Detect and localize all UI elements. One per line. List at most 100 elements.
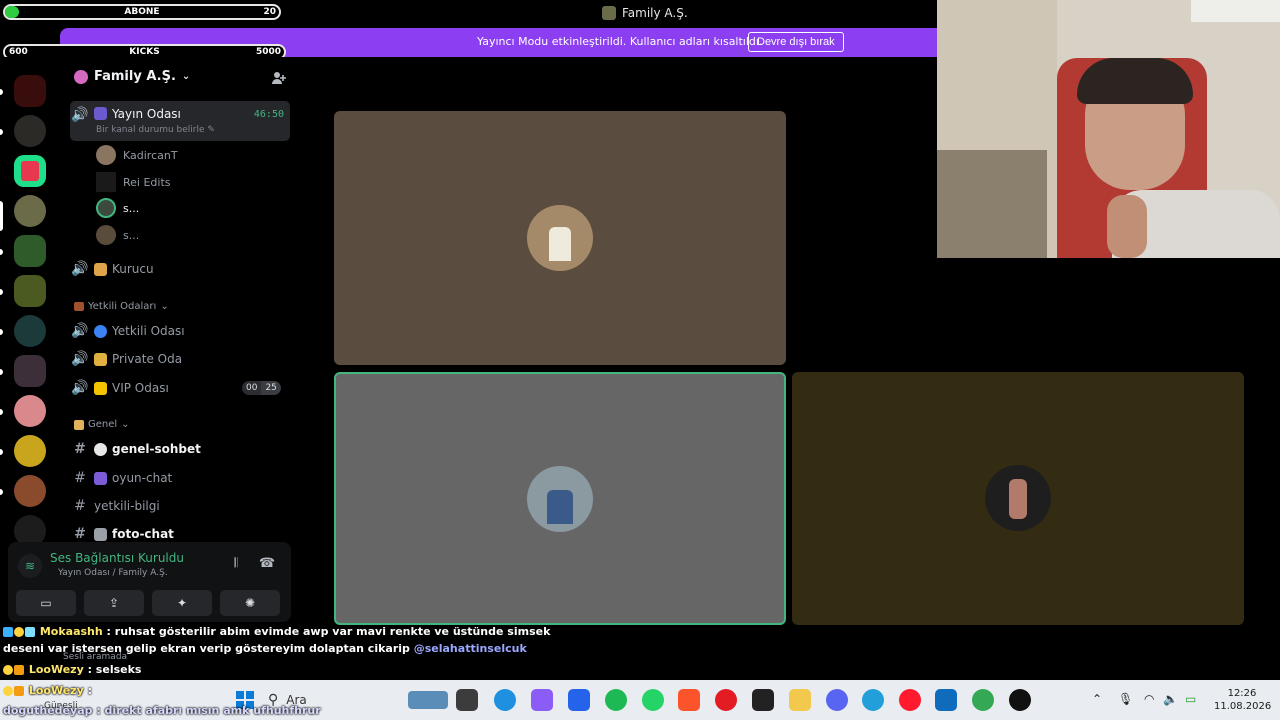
discord-icon[interactable] bbox=[826, 689, 848, 711]
whatsapp-icon[interactable] bbox=[642, 689, 664, 711]
voice-status-title: Ses Bağlantısı Kuruldu bbox=[50, 551, 184, 565]
screen-share-button[interactable]: ⇪ bbox=[84, 590, 144, 616]
channel-private-oda[interactable]: 🔊 Private Oda bbox=[70, 346, 290, 372]
edge-icon[interactable] bbox=[494, 689, 516, 711]
server-icon-family[interactable] bbox=[14, 195, 46, 227]
unread-indicator bbox=[0, 489, 3, 495]
speaker-icon: 🔊 bbox=[71, 261, 89, 277]
app-icon[interactable] bbox=[568, 689, 590, 711]
camera-off-button[interactable]: ▭ bbox=[16, 590, 76, 616]
activities-icon: ✦ bbox=[176, 596, 188, 610]
channel-yetkili-odasi[interactable]: 🔊 Yetkili Odası bbox=[70, 318, 290, 344]
air-conditioner bbox=[1191, 0, 1280, 22]
server-icon bbox=[602, 6, 616, 20]
disconnect-icon[interactable]: ☎ bbox=[257, 556, 277, 576]
channel-genel-sohbet[interactable]: # genel-sohbet bbox=[70, 436, 290, 462]
badge-icon bbox=[14, 686, 24, 696]
channel-kurucu[interactable]: 🔊 Kurucu bbox=[70, 256, 290, 282]
channel-yetkili-bilgi[interactable]: # yetkili-bilgi bbox=[70, 493, 290, 519]
noise-suppression-icon[interactable]: 𝄃 bbox=[226, 556, 246, 576]
taskbar-clock[interactable]: 12:26 11.08.2026 bbox=[1214, 687, 1271, 713]
voice-user[interactable]: Rei Edits bbox=[96, 171, 171, 193]
avatar-figure bbox=[547, 490, 573, 524]
video-tile[interactable] bbox=[792, 372, 1244, 625]
speaker-icon: 🔊 bbox=[71, 351, 89, 367]
server-rail bbox=[0, 57, 60, 547]
unread-indicator bbox=[0, 129, 3, 135]
speaker-icon: 🔊 bbox=[71, 107, 89, 123]
unread-indicator bbox=[0, 369, 3, 375]
battery-icon[interactable]: ▭ bbox=[1185, 692, 1196, 706]
subscriber-goal-target: 20 bbox=[263, 7, 276, 17]
server-icon-5[interactable] bbox=[14, 235, 46, 267]
category-yetkili-odalari[interactable]: Yetkili Odaları ⌄ bbox=[74, 301, 169, 312]
invite-people-icon[interactable] bbox=[271, 70, 287, 86]
opera-gx-icon[interactable] bbox=[899, 689, 921, 711]
channel-status-hint[interactable]: Bir kanal durumu belirle ✎ bbox=[96, 125, 215, 135]
participant-avatar bbox=[527, 205, 593, 271]
globe-icon bbox=[94, 324, 107, 338]
server-icon-8[interactable] bbox=[14, 355, 46, 387]
server-icon-6[interactable] bbox=[14, 275, 46, 307]
chat-message: LooWezy : selseks bbox=[3, 663, 141, 676]
outlook-icon[interactable] bbox=[935, 689, 957, 711]
game-icon[interactable] bbox=[752, 689, 774, 711]
video-tile-speaking[interactable] bbox=[334, 372, 786, 625]
signal-icon[interactable]: ≋ bbox=[18, 554, 42, 578]
voice-status-channel[interactable]: Yayın Odası / Family A.Ş. bbox=[58, 568, 168, 578]
avatar-figure bbox=[549, 227, 571, 261]
brave-icon[interactable] bbox=[678, 689, 700, 711]
avatar bbox=[96, 172, 116, 192]
channel-yayin-odasi[interactable]: 🔊 Yayın Odası 46:50 Bir kanal durumu bel… bbox=[70, 101, 290, 141]
wifi-icon[interactable]: ◠ bbox=[1144, 692, 1154, 706]
file-explorer-icon[interactable] bbox=[789, 689, 811, 711]
user-limit-badge: 00 25 bbox=[242, 381, 281, 395]
telegram-icon[interactable] bbox=[862, 689, 884, 711]
soundboard-icon: ✺ bbox=[244, 596, 256, 610]
channel-oyun-chat[interactable]: # oyun-chat bbox=[70, 465, 290, 491]
chevron-down-icon: ⌄ bbox=[121, 419, 130, 430]
selected-server-indicator bbox=[0, 201, 3, 231]
task-view-icon[interactable] bbox=[456, 689, 478, 711]
server-icon-9[interactable] bbox=[14, 395, 46, 427]
volume-icon[interactable]: 🔈 bbox=[1163, 692, 1178, 706]
spotify-icon[interactable] bbox=[605, 689, 627, 711]
copilot-icon[interactable] bbox=[531, 689, 553, 711]
voice-user[interactable]: s... bbox=[96, 197, 139, 219]
server-logo bbox=[21, 161, 39, 181]
chevron-up-icon[interactable]: ⌃ bbox=[1092, 692, 1102, 706]
badge-icon bbox=[3, 627, 13, 637]
channel-emoji-icon bbox=[94, 107, 107, 120]
server-icon-7[interactable] bbox=[14, 315, 46, 347]
voice-user[interactable]: s... bbox=[96, 224, 139, 246]
opera-icon[interactable] bbox=[715, 689, 737, 711]
server-icon-11[interactable] bbox=[14, 475, 46, 507]
participant-avatar bbox=[985, 465, 1051, 531]
pencil-icon: ✎ bbox=[207, 125, 215, 135]
chat-message: doguthedeyap : direkt afabrı mısın amk u… bbox=[3, 704, 321, 717]
call-timer: 46:50 bbox=[253, 109, 284, 120]
server-icon-2[interactable] bbox=[14, 115, 46, 147]
server-icon-10[interactable] bbox=[14, 435, 46, 467]
subscriber-goal-bar: ABONE 20 bbox=[3, 4, 281, 20]
guild-header[interactable]: Family A.Ş. ⌄ bbox=[74, 69, 190, 84]
voice-user[interactable]: KadircanT bbox=[96, 144, 178, 166]
video-tile[interactable] bbox=[334, 111, 786, 365]
microphone-icon[interactable]: 🎙 bbox=[1118, 692, 1133, 706]
server-icon-1[interactable] bbox=[14, 75, 46, 107]
badge-icon bbox=[14, 665, 24, 675]
notice-text: Yayıncı Modu etkinleştirildi. Kullanıcı … bbox=[477, 35, 763, 48]
app-icon-2[interactable] bbox=[1009, 689, 1031, 711]
disable-streamer-mode-button[interactable]: Devre dışı bırak bbox=[748, 32, 844, 52]
server-icon-3[interactable] bbox=[14, 155, 46, 187]
activities-button[interactable]: ✦ bbox=[152, 590, 212, 616]
chrome-icon[interactable] bbox=[972, 689, 994, 711]
avatar bbox=[96, 198, 116, 218]
channel-vip-odasi[interactable]: 🔊 VIP Odası 00 25 bbox=[70, 375, 290, 401]
soundboard-button[interactable]: ✺ bbox=[220, 590, 280, 616]
unread-indicator bbox=[0, 289, 3, 295]
badge-icon bbox=[14, 627, 24, 637]
unread-indicator bbox=[0, 329, 3, 335]
category-genel[interactable]: Genel ⌄ bbox=[74, 419, 130, 430]
lock-icon bbox=[94, 352, 107, 366]
